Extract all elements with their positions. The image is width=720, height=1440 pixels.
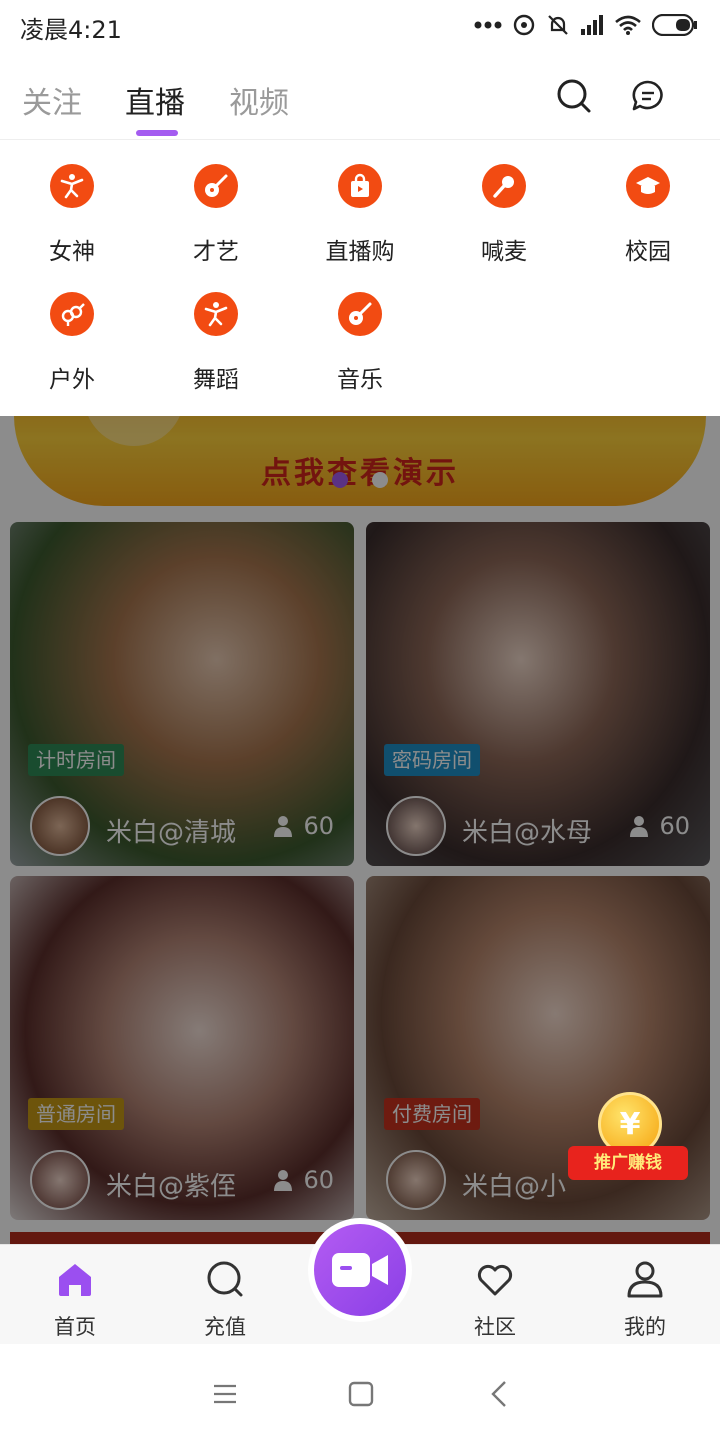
more-dots-icon: [474, 21, 502, 29]
nav-label: 社区: [474, 1315, 516, 1339]
back-icon[interactable]: [480, 1374, 520, 1414]
battery-icon: [652, 14, 697, 36]
category-label: 户外: [49, 367, 95, 393]
tab-live[interactable]: 直播: [125, 78, 185, 122]
category-dance[interactable]: 舞蹈: [144, 282, 288, 393]
profile-icon: [627, 1261, 663, 1298]
nav-label: 我的: [624, 1315, 666, 1339]
category-live-shopping[interactable]: 直播购: [288, 154, 432, 265]
heart-icon: [477, 1264, 513, 1296]
active-tab-indicator: [136, 130, 178, 136]
category-label: 舞蹈: [193, 367, 239, 393]
category-label: 校园: [625, 239, 671, 265]
nav-label: 首页: [54, 1315, 96, 1339]
category-label: 喊麦: [481, 239, 527, 265]
recharge-icon: [207, 1261, 243, 1297]
video-camera-icon: [314, 1224, 406, 1316]
category-music[interactable]: 音乐: [288, 282, 432, 393]
graduation-cap-icon: [626, 164, 670, 208]
tab-video[interactable]: 视频: [229, 78, 289, 122]
nav-recharge[interactable]: 充值: [165, 1245, 285, 1345]
promo-earn-button[interactable]: ¥ 推广赚钱: [568, 1092, 688, 1202]
category-campus[interactable]: 校园: [576, 154, 720, 265]
guitar-icon: [338, 292, 382, 336]
nav-community[interactable]: 社区: [435, 1245, 555, 1345]
search-icon[interactable]: [554, 76, 594, 116]
shopping-bag-icon: [338, 164, 382, 208]
category-outdoor[interactable]: 户外: [0, 282, 144, 393]
home-icon: [59, 1264, 91, 1296]
home-square-icon[interactable]: [341, 1374, 381, 1414]
category-label: 才艺: [193, 239, 239, 265]
go-live-button[interactable]: [308, 1218, 412, 1322]
nav-home[interactable]: 首页: [15, 1245, 135, 1345]
promo-label: 推广赚钱: [568, 1146, 688, 1180]
system-nav-bar: [0, 1344, 720, 1440]
nav-label: 充值: [204, 1315, 246, 1339]
signal-icon: [581, 15, 603, 35]
guitar-icon: [194, 164, 238, 208]
message-icon[interactable]: [628, 76, 668, 116]
category-label: 女神: [49, 239, 95, 265]
category-label: 直播购: [325, 239, 395, 265]
category-mc[interactable]: 喊麦: [432, 154, 576, 265]
category-goddess[interactable]: 女神: [0, 154, 144, 265]
wifi-icon: [615, 15, 641, 35]
category-talent[interactable]: 才艺: [144, 154, 288, 265]
status-icons: [474, 10, 698, 40]
gender-icon: [50, 292, 94, 336]
menu-icon[interactable]: [205, 1374, 245, 1414]
hotspot-icon: [513, 14, 535, 36]
nav-profile[interactable]: 我的: [585, 1245, 705, 1345]
dancer-icon: [50, 164, 94, 208]
microphone-icon: [482, 164, 526, 208]
category-label: 音乐: [337, 367, 383, 393]
dancer-icon: [194, 292, 238, 336]
tab-follow[interactable]: 关注: [22, 78, 82, 122]
mute-bell-icon: [548, 15, 568, 35]
status-time: 凌晨4:21: [20, 16, 122, 44]
status-bar: 凌晨4:21: [0, 0, 720, 52]
top-nav: 关注 直播 视频: [0, 52, 720, 140]
category-panel: 女神 才艺 直播购 喊麦 校园 户外 舞蹈 音乐: [0, 140, 720, 416]
